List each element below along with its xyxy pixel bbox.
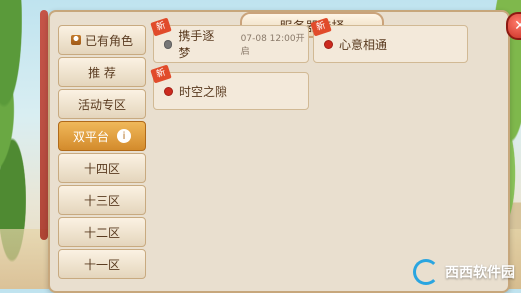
close-button[interactable]: ✕: [506, 12, 521, 40]
watermark-logo: 西西软件园: [413, 259, 515, 285]
server-card[interactable]: 新 携手逐梦 07-08 12:00开启: [150, 17, 309, 63]
tab-label: 十一区: [83, 257, 120, 272]
tab-label: 十四区: [83, 161, 120, 176]
status-gray-icon: [164, 39, 173, 49]
tab-zone-12[interactable]: 十二区: [58, 217, 146, 247]
tab-zone-14[interactable]: 十四区: [58, 153, 146, 183]
server-name: 携手逐梦: [178, 29, 215, 60]
tab-label: 十三区: [83, 193, 120, 208]
tab-label: 活动专区: [77, 97, 126, 112]
watermark-text: 西西软件园: [445, 265, 515, 281]
tab-dual-platform[interactable]: 双平台 i: [58, 121, 146, 151]
tab-existing-roles[interactable]: 已有角色: [58, 25, 146, 55]
tab-label: 十二区: [83, 225, 120, 240]
server-name: 时空之隙: [179, 84, 228, 99]
tab-label: 推 荐: [88, 65, 116, 80]
left-menu: 已有角色 推 荐 活动专区 双平台 i 十四区 十三区 十二区 十一区: [58, 25, 146, 281]
tab-events[interactable]: 活动专区: [58, 89, 146, 119]
server-open-time: 07-08 12:00开启: [240, 34, 305, 57]
server-name: 心意相通: [339, 37, 388, 52]
status-red-icon: [324, 39, 333, 49]
info-icon[interactable]: i: [117, 129, 131, 143]
tab-recommended[interactable]: 推 荐: [58, 57, 146, 87]
tab-zone-13[interactable]: 十三区: [58, 185, 146, 215]
c-logo-icon: [413, 259, 439, 285]
status-red-icon: [164, 86, 173, 96]
decorative-tassel: [40, 10, 48, 240]
server-card[interactable]: 新 心意相通: [310, 17, 468, 63]
tab-label: 已有角色: [84, 33, 133, 48]
tab-zone-11[interactable]: 十一区: [58, 249, 146, 279]
close-icon: ✕: [514, 18, 521, 34]
tab-label: 双平台: [72, 129, 109, 144]
server-card[interactable]: 新 时空之隙: [150, 64, 309, 110]
person-icon: [70, 35, 81, 45]
